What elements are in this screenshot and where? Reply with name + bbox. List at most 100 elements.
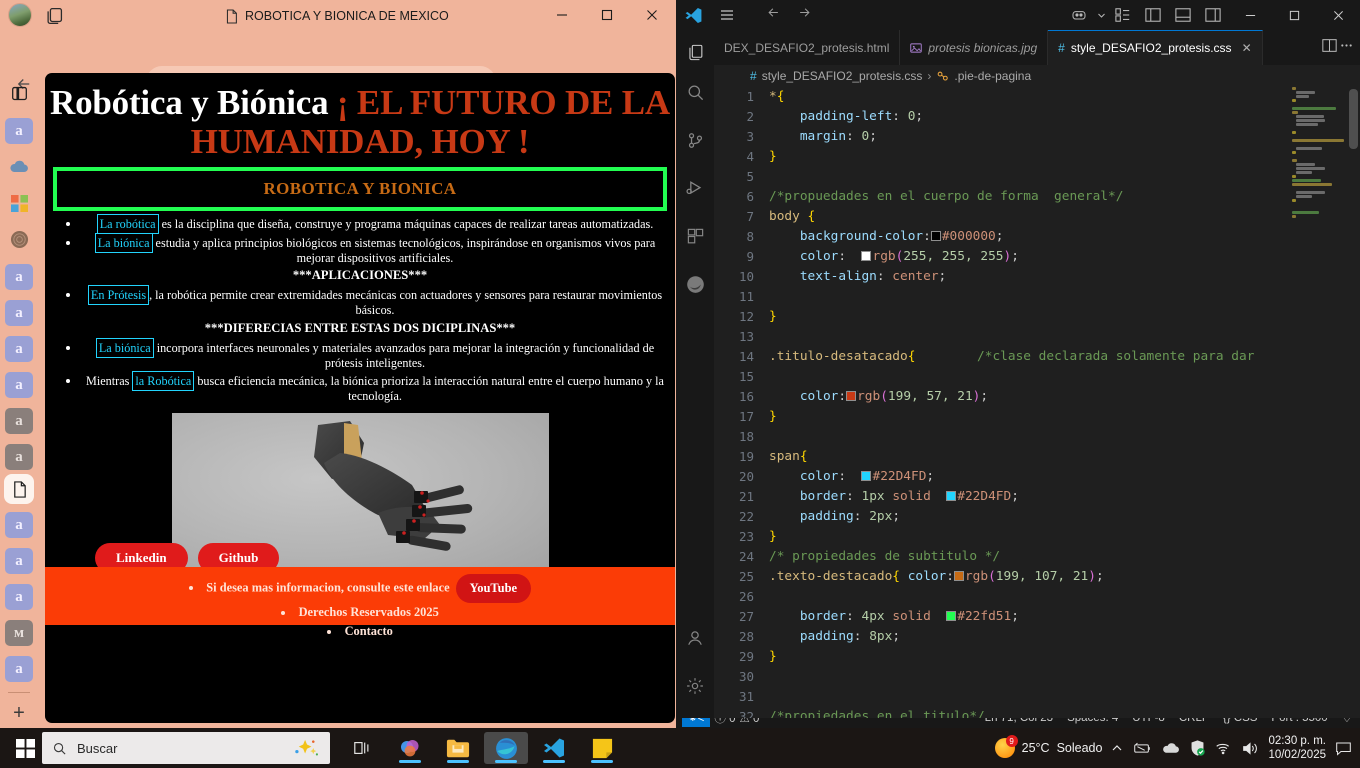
accounts-icon[interactable] (679, 618, 711, 658)
code-line[interactable]: 17} (714, 407, 1304, 427)
error-count[interactable]: ⓘ 0 (714, 718, 735, 726)
code-line[interactable]: 31 (714, 687, 1304, 707)
weather-widget[interactable]: 9 25°C Soleado (994, 735, 1102, 758)
code-text-area[interactable]: 1 *{2 padding-left: 0; 3 margin: 0; 4} 5 6/*p… (714, 87, 1304, 718)
copilot-a-icon-3[interactable]: a (5, 300, 33, 326)
copilot-a-icon-9[interactable]: a (5, 656, 33, 682)
battery-icon[interactable] (1132, 742, 1152, 755)
vscode-maximize-button[interactable] (1272, 0, 1316, 30)
menu-hamburger-icon[interactable] (710, 7, 744, 23)
file-explorer-icon[interactable] (436, 732, 480, 764)
split-screen-icon[interactable] (5, 80, 33, 106)
show-hidden-icons-chevron[interactable] (1111, 742, 1123, 754)
copilot-a-icon-2[interactable]: a (5, 264, 33, 290)
code-line[interactable]: 13 (714, 327, 1304, 347)
footer-item-contact[interactable]: Contacto (45, 622, 675, 641)
copilot-a-icon-4[interactable]: a (5, 336, 33, 362)
cursor-position[interactable]: Ln 71, Col 23 (985, 718, 1053, 724)
breadcrumb-symbol[interactable]: .pie-de-pagina (954, 69, 1031, 83)
sticky-notes-icon[interactable] (580, 732, 624, 764)
tab-css-file[interactable]: # style_DESAFIO2_protesis.css ✕ (1048, 30, 1263, 65)
code-line[interactable]: 20 color: #22D4FD; (714, 467, 1304, 487)
vscode-icon[interactable] (532, 732, 576, 764)
code-line[interactable]: 8 background-color: #000000; (714, 227, 1304, 247)
onedrive-icon[interactable] (1161, 742, 1180, 754)
vscode-close-button[interactable] (1316, 0, 1360, 30)
customize-layout-icon[interactable] (1198, 0, 1228, 30)
code-line[interactable]: 15 (714, 367, 1304, 387)
toggle-panel-icon[interactable] (1168, 0, 1198, 30)
tab-image-file[interactable]: protesis bionicas.jpg (900, 30, 1049, 65)
code-line[interactable]: 28 padding: 8px; (714, 627, 1304, 647)
language-mode[interactable]: {} CSS (1223, 718, 1258, 724)
code-line[interactable]: 9 color: rgb(255, 255, 255); (714, 247, 1304, 267)
code-line[interactable]: 1 *{ (714, 87, 1304, 107)
breadcrumb-file[interactable]: style_DESAFIO2_protesis.css (762, 69, 923, 83)
nav-forward-icon[interactable] (797, 5, 812, 25)
tab-close-icon[interactable]: ✕ (1242, 41, 1252, 55)
start-button[interactable] (6, 733, 44, 763)
chevron-down-icon[interactable] (1094, 0, 1108, 30)
games-disc-icon[interactable] (5, 226, 33, 252)
tab-html-file[interactable]: DEX_DESAFIO2_protesis.html (714, 30, 901, 65)
copilot-a-dim-icon-1[interactable]: a (5, 408, 33, 434)
code-line[interactable]: 14 .titulo-desatacado{ /*clase declarada … (714, 347, 1304, 367)
copilot-icon[interactable] (388, 732, 432, 764)
more-actions-icon[interactable] (1339, 38, 1354, 58)
settings-gear-icon[interactable] (679, 666, 711, 706)
run-and-debug-icon[interactable] (679, 168, 711, 208)
explorer-icon[interactable] (679, 32, 711, 72)
code-line[interactable]: 30 (714, 667, 1304, 687)
task-view-icon[interactable] (340, 732, 384, 764)
code-line[interactable]: 11 (714, 287, 1304, 307)
youtube-button[interactable]: YouTube (455, 574, 532, 603)
onedrive-cloud-icon[interactable] (5, 154, 33, 180)
toggle-primary-sidebar-icon[interactable] (1108, 0, 1138, 30)
taskbar-search[interactable]: Buscar (42, 732, 330, 764)
clock[interactable]: 02:30 p. m. 10/02/2025 (1268, 734, 1326, 762)
microsoft-store-icon[interactable] (5, 190, 33, 216)
close-button[interactable] (629, 0, 674, 30)
nav-back-icon[interactable] (766, 5, 781, 25)
source-control-icon[interactable] (679, 120, 711, 160)
code-line[interactable]: 16 color: rgb(199, 57, 21); (714, 387, 1304, 407)
word-m-icon[interactable]: м (5, 620, 33, 646)
code-line[interactable]: 5 (714, 167, 1304, 187)
add-sidebar-icon[interactable]: + (5, 700, 33, 726)
copilot-a-icon-5[interactable]: a (5, 372, 33, 398)
code-line[interactable]: 25 .texto-destacado{ color: rgb(199, 107, … (714, 567, 1304, 587)
toggle-secondary-sidebar-icon[interactable] (1138, 0, 1168, 30)
vscode-minimize-button[interactable] (1228, 0, 1272, 30)
file-encoding[interactable]: UTF-8 (1132, 718, 1165, 724)
wifi-icon[interactable] (1215, 741, 1232, 755)
code-line[interactable]: 27 border: 4px solid #22fd51; (714, 607, 1304, 627)
search-icon[interactable] (679, 72, 711, 112)
code-line[interactable]: 10 text-align: center; (714, 267, 1304, 287)
code-line[interactable]: 2 padding-left: 0; (714, 107, 1304, 127)
code-line[interactable]: 24 /* propiedades de subtitulo */ (714, 547, 1304, 567)
profile-avatar[interactable] (8, 3, 32, 27)
code-line[interactable]: 12} (714, 307, 1304, 327)
notifications-icon[interactable] (1335, 741, 1352, 756)
warning-count[interactable]: ⚠ 0 (739, 718, 759, 725)
copilot-a-icon-7[interactable]: a (5, 548, 33, 574)
active-page-icon[interactable] (4, 474, 34, 504)
maximize-button[interactable] (584, 0, 629, 30)
volume-icon[interactable] (1241, 741, 1259, 756)
notifications-bell-icon[interactable]: ♢ (1342, 718, 1352, 725)
copilot-a-icon-6[interactable]: a (5, 512, 33, 538)
code-line[interactable]: 3 margin: 0; (714, 127, 1304, 147)
code-line[interactable]: 23} (714, 527, 1304, 547)
extensions-icon[interactable] (679, 216, 711, 256)
indentation-setting[interactable]: Spaces: 4 (1067, 718, 1118, 724)
code-line[interactable]: 7 body { (714, 207, 1304, 227)
code-line[interactable]: 6 /*propuedades en el cuerpo de forma gen… (714, 187, 1304, 207)
split-editor-icon[interactable] (1322, 38, 1337, 58)
code-line[interactable]: 18 (714, 427, 1304, 447)
editor-minimap[interactable] (1290, 87, 1346, 718)
windows-security-icon[interactable] (1189, 739, 1206, 757)
copilot-a-icon-1[interactable]: a (5, 118, 33, 144)
live-server-port[interactable]: Port : 5500 (1271, 718, 1327, 724)
line-ending[interactable]: CRLF (1179, 718, 1209, 724)
copilot-a-dim-icon-2[interactable]: a (5, 444, 33, 470)
